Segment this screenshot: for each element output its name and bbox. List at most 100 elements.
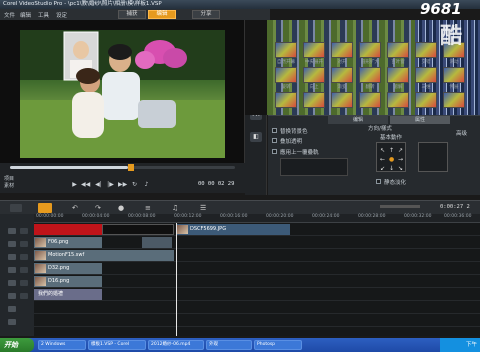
video-track-icon[interactable] bbox=[8, 228, 16, 234]
clip-thumb bbox=[177, 225, 188, 234]
overlay-track-2: MotionF15.swf bbox=[34, 249, 480, 262]
overlay-track-icon[interactable] bbox=[8, 280, 16, 286]
next-frame-icon[interactable]: ▶▶ bbox=[118, 180, 127, 189]
timeline-clip[interactable]: MotionF15.swf bbox=[34, 250, 174, 261]
tab-share[interactable]: 分享 bbox=[192, 10, 220, 19]
tab-edit[interactable]: 编辑 bbox=[148, 10, 176, 19]
music-track-icon[interactable] bbox=[8, 319, 16, 325]
library-thumb[interactable] bbox=[275, 92, 297, 108]
replace-bg-checkbox[interactable] bbox=[272, 128, 277, 133]
library-thumb[interactable] bbox=[415, 92, 437, 108]
thumb-label: 中央展开 bbox=[305, 60, 323, 65]
timeline-clip[interactable]: F06.png bbox=[34, 237, 102, 248]
next-icon[interactable]: |▶ bbox=[106, 180, 115, 189]
scrub-handle[interactable] bbox=[128, 164, 134, 171]
library-thumb[interactable] bbox=[303, 67, 325, 83]
library-thumb[interactable] bbox=[275, 42, 297, 58]
timeline-clip[interactable] bbox=[102, 224, 174, 235]
task-item[interactable]: Photosp bbox=[254, 340, 302, 350]
clip-thumb bbox=[35, 251, 46, 260]
task-item[interactable]: 外观 bbox=[206, 340, 252, 350]
watermark-logo: 酷 bbox=[440, 24, 463, 49]
clock: 下午 bbox=[465, 342, 477, 348]
menu-bar: 文件 编辑 工具 设定 捕获 编辑 分享 bbox=[0, 9, 270, 20]
storyboard-view-icon[interactable] bbox=[10, 204, 22, 212]
mixer-icon[interactable]: ≡ bbox=[145, 204, 151, 212]
player-controls: 项目 素材 ▶ ◀◀ ◀| |▶ ▶▶ ↻ ♪ 00 00 02 29 bbox=[0, 163, 245, 193]
auto-music-icon[interactable]: ♫ bbox=[172, 204, 178, 212]
timeline-clip[interactable]: D16.png bbox=[34, 276, 102, 287]
thumb-label: 自然开幕 bbox=[277, 60, 295, 65]
direction-grid[interactable]: ↖ ↑ ↗ ← ● → ↙ ↓ ↘ bbox=[376, 142, 406, 172]
library-thumb[interactable] bbox=[387, 67, 409, 83]
play-icon[interactable]: ▶ bbox=[70, 180, 79, 189]
task-item[interactable]: 2012婚纱-06.mp4 bbox=[148, 340, 204, 350]
eye-icon[interactable] bbox=[20, 293, 28, 299]
eye-icon[interactable] bbox=[20, 241, 28, 247]
tab-capture[interactable]: 捕获 bbox=[118, 10, 146, 19]
library-thumb[interactable] bbox=[331, 42, 353, 58]
library-thumb[interactable] bbox=[359, 67, 381, 83]
overlay-preview-box[interactable] bbox=[280, 158, 348, 176]
fade-checkbox[interactable] bbox=[376, 179, 381, 184]
prev-frame-icon[interactable]: ◀◀ bbox=[81, 180, 90, 189]
library-thumb[interactable] bbox=[359, 42, 381, 58]
music-track bbox=[34, 314, 480, 327]
task-item[interactable]: 2 Windows bbox=[38, 340, 86, 350]
apply-overlay-checkbox[interactable] bbox=[272, 149, 277, 154]
project-clip-toggle[interactable]: 项目 素材 bbox=[4, 175, 14, 189]
library-thumb[interactable] bbox=[303, 92, 325, 108]
exit-direction-grid[interactable] bbox=[418, 142, 448, 172]
library-thumb[interactable] bbox=[359, 92, 381, 108]
library-thumb[interactable] bbox=[387, 42, 409, 58]
playhead[interactable] bbox=[176, 223, 177, 336]
voice-track-icon[interactable] bbox=[8, 306, 16, 312]
overlay-track-icon[interactable] bbox=[8, 267, 16, 273]
timeline-view-icon[interactable] bbox=[38, 203, 52, 213]
timeline-clip[interactable] bbox=[34, 224, 102, 235]
ruler-tick: 00:00:16:00 bbox=[220, 214, 248, 219]
timeline-clip[interactable] bbox=[142, 237, 172, 248]
overlay-track-icon[interactable] bbox=[8, 241, 16, 247]
tab-attribute[interactable]: 属性 bbox=[390, 116, 450, 124]
library-thumb[interactable] bbox=[303, 42, 325, 58]
graphic-icon[interactable]: ◧ bbox=[250, 132, 262, 142]
menu-tools[interactable]: 工具 bbox=[38, 11, 49, 19]
timeline-clip[interactable]: D32.png bbox=[34, 263, 102, 274]
library-thumb[interactable] bbox=[275, 67, 297, 83]
tab-edit-options[interactable]: 编辑 bbox=[328, 116, 388, 124]
scrub-bar[interactable] bbox=[10, 164, 235, 171]
redo-icon[interactable]: ↷ bbox=[95, 204, 101, 212]
library-thumb[interactable] bbox=[331, 92, 353, 108]
menu-settings[interactable]: 设定 bbox=[56, 11, 67, 19]
start-button[interactable]: 开始 bbox=[0, 338, 34, 352]
library-thumb[interactable] bbox=[331, 67, 353, 83]
eye-icon[interactable] bbox=[20, 254, 28, 260]
library-thumb[interactable] bbox=[443, 92, 465, 108]
apply-overlay-label: 應用上一覆疊軌 bbox=[280, 150, 319, 156]
overlay-track-icon[interactable] bbox=[8, 254, 16, 260]
eye-icon[interactable] bbox=[20, 228, 28, 234]
title-track-icon[interactable] bbox=[8, 293, 16, 299]
prev-icon[interactable]: ◀| bbox=[94, 180, 103, 189]
library-thumb[interactable] bbox=[443, 67, 465, 83]
volume-icon[interactable]: ♪ bbox=[142, 180, 151, 189]
timeline-clip[interactable]: DSCF5699.JPG bbox=[176, 224, 290, 235]
track-manager-icon[interactable]: ☰ bbox=[200, 204, 206, 212]
timeline-timecode: 0:00:27 2 bbox=[440, 204, 470, 210]
zoom-slider[interactable] bbox=[380, 205, 420, 208]
timecode-display[interactable]: 00 00 02 29 bbox=[198, 181, 234, 187]
timeline-ruler[interactable]: 00:00:00:00 00:00:04:00 00:00:08:00 00:0… bbox=[34, 214, 480, 223]
undo-icon[interactable]: ↶ bbox=[72, 204, 78, 212]
record-icon[interactable]: ● bbox=[118, 204, 124, 212]
menu-file[interactable]: 文件 bbox=[4, 11, 15, 19]
overlay-checkbox[interactable] bbox=[272, 138, 277, 143]
repeat-icon[interactable]: ↻ bbox=[130, 180, 139, 189]
library-thumb[interactable] bbox=[415, 67, 437, 83]
menu-edit[interactable]: 编辑 bbox=[20, 11, 31, 19]
eye-icon[interactable] bbox=[20, 280, 28, 286]
timeline-clip[interactable]: 我們的婚禮 bbox=[34, 289, 102, 300]
eye-icon[interactable] bbox=[20, 267, 28, 273]
library-thumb[interactable] bbox=[387, 92, 409, 108]
task-item[interactable]: 樣板1.VSP - Corel bbox=[88, 340, 146, 350]
